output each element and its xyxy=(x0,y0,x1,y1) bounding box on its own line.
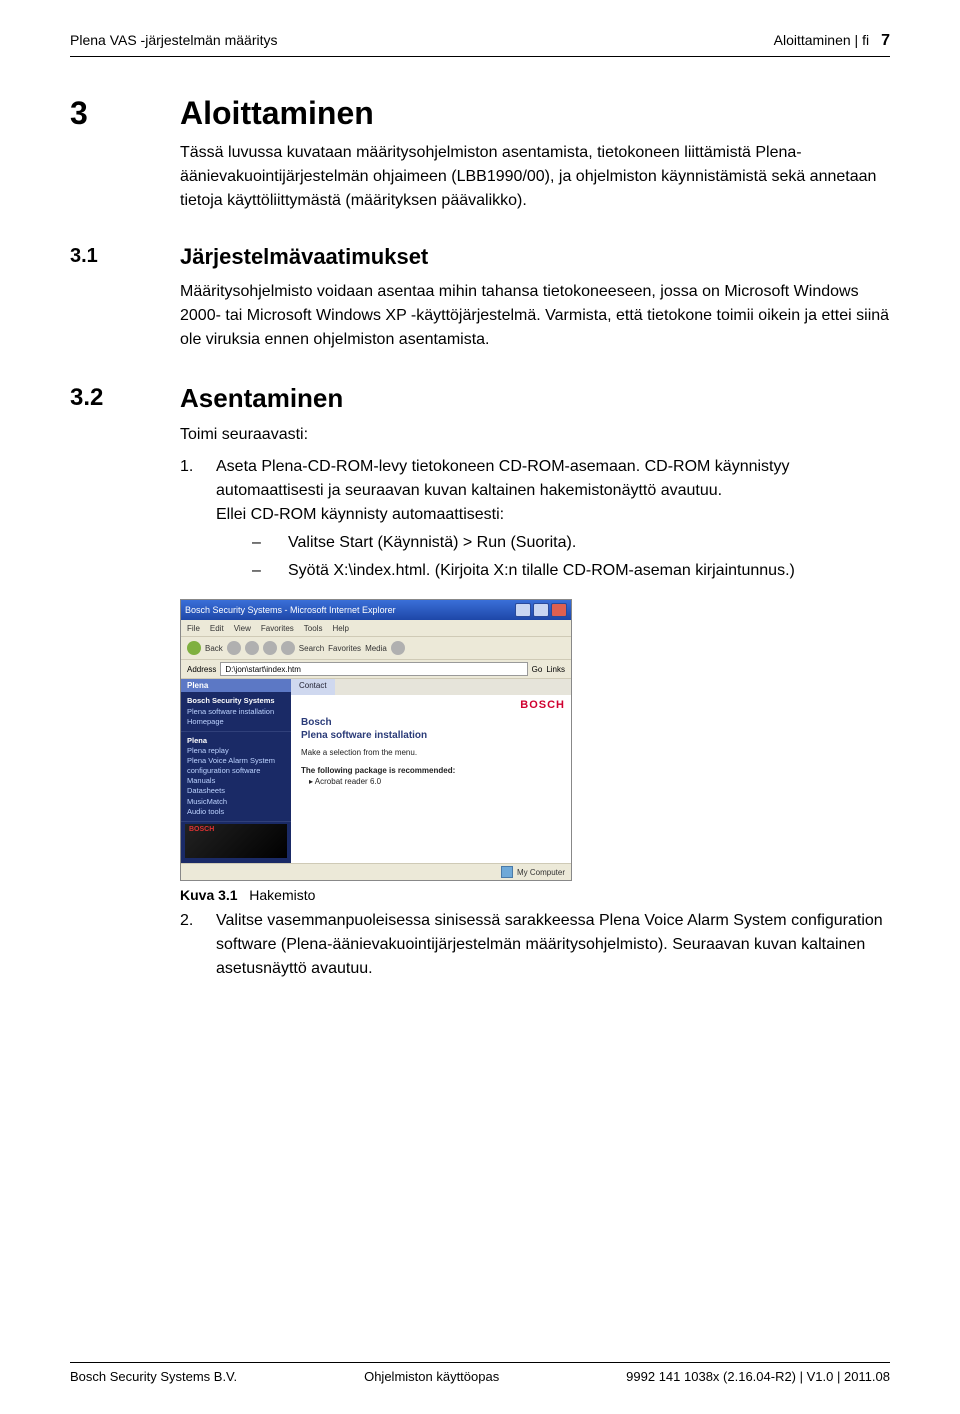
section-number-3: 3 xyxy=(70,97,180,129)
list-item-text2: Ellei CD-ROM käynnisty automaattisesti: xyxy=(216,506,504,523)
section-32-intro: Toimi seuraavasti: xyxy=(180,423,890,447)
go-button[interactable]: Go xyxy=(532,665,543,674)
menu-item[interactable]: Help xyxy=(332,624,348,633)
sidebar-item[interactable]: Plena software installation xyxy=(187,707,274,716)
back-label[interactable]: Back xyxy=(205,644,223,653)
window-titlebar: Bosch Security Systems - Microsoft Inter… xyxy=(181,600,571,620)
content-subheading: Plena software installation xyxy=(291,728,571,747)
sub-text: Syötä X:\index.html. (Kirjoita X:n tilal… xyxy=(288,559,795,583)
search-label[interactable]: Search xyxy=(299,644,324,653)
figure-caption: Kuva 3.1 Hakemisto xyxy=(180,887,890,903)
stop-icon[interactable] xyxy=(245,641,259,655)
section-title-31: Järjestelmävaatimukset xyxy=(180,243,890,272)
home-icon[interactable] xyxy=(281,641,295,655)
favorites-label[interactable]: Favorites xyxy=(328,644,361,653)
page-footer: Bosch Security Systems B.V. Ohjelmiston … xyxy=(70,1362,890,1384)
content-pane: Contact BOSCH Bosch Plena software insta… xyxy=(291,679,571,865)
sidebar-item[interactable]: Datasheets xyxy=(187,786,225,795)
address-bar: Address D:\jon\start\index.htm Go Links xyxy=(181,660,571,679)
list-item-text: Aseta Plena-CD-ROM-levy tietokoneen CD-R… xyxy=(216,458,790,499)
sidebar-item[interactable]: Homepage xyxy=(187,717,224,726)
content-text-bold: The following package is recommended: xyxy=(301,766,455,775)
sidebar-group-title: Plena xyxy=(187,736,207,745)
section-title-3: Aloittaminen xyxy=(180,97,890,129)
sidebar-tab[interactable]: Plena xyxy=(181,679,291,692)
forward-icon[interactable] xyxy=(227,641,241,655)
maximize-icon[interactable] xyxy=(533,603,549,617)
menu-item[interactable]: File xyxy=(187,624,200,633)
footer-center: Ohjelmiston käyttöopas xyxy=(364,1369,499,1384)
address-label: Address xyxy=(187,665,216,674)
list-item: – Valitse Start (Käynnistä) > Run (Suori… xyxy=(252,531,890,555)
footer-left: Bosch Security Systems B.V. xyxy=(70,1369,237,1384)
sub-text: Valitse Start (Käynnistä) > Run (Suorita… xyxy=(288,531,576,555)
links-label[interactable]: Links xyxy=(546,665,565,674)
window-title: Bosch Security Systems - Microsoft Inter… xyxy=(185,605,396,615)
list-item: 1. Aseta Plena-CD-ROM-levy tietokoneen C… xyxy=(180,455,890,591)
screenshot-figure: Bosch Security Systems - Microsoft Inter… xyxy=(180,599,572,881)
sidebar-promo-image xyxy=(185,824,287,858)
header-section: Aloittaminen | fi xyxy=(774,32,869,50)
sidebar-item[interactable]: MusicMatch xyxy=(187,797,227,806)
section-3-para: Tässä luvussa kuvataan määritysohjelmist… xyxy=(180,141,890,213)
sidebar-item[interactable]: Plena Voice Alarm System configuration s… xyxy=(187,756,275,775)
history-icon[interactable] xyxy=(391,641,405,655)
menu-item[interactable]: Tools xyxy=(304,624,323,633)
sidebar-group-title: Bosch Security Systems xyxy=(187,696,275,705)
list-item: – Syötä X:\index.html. (Kirjoita X:n til… xyxy=(252,559,890,583)
section-31-para: Määritysohjelmisto voidaan asentaa mihin… xyxy=(180,280,890,352)
close-icon[interactable] xyxy=(551,603,567,617)
menu-item[interactable]: Edit xyxy=(210,624,224,633)
content-link[interactable]: Acrobat reader 6.0 xyxy=(315,777,381,786)
back-icon[interactable] xyxy=(187,641,201,655)
refresh-icon[interactable] xyxy=(263,641,277,655)
menu-item[interactable]: View xyxy=(234,624,251,633)
address-input[interactable]: D:\jon\start\index.htm xyxy=(220,662,527,676)
sidebar: Plena Bosch Security Systems Plena softw… xyxy=(181,679,291,865)
dash-marker: – xyxy=(252,559,272,583)
content-text: Make a selection from the menu. xyxy=(291,747,571,758)
menu-bar: File Edit View Favorites Tools Help xyxy=(181,620,571,637)
list-item-text: Valitse vasemmanpuoleisessa sinisessä sa… xyxy=(216,909,890,981)
dash-marker: – xyxy=(252,531,272,555)
list-marker: 1. xyxy=(180,455,200,591)
page-number: 7 xyxy=(881,32,890,50)
toolbar: Back Search Favorites Media xyxy=(181,637,571,660)
minimize-icon[interactable] xyxy=(515,603,531,617)
page-header: Plena VAS -järjestelmän määritys Aloitta… xyxy=(70,0,890,50)
sidebar-item[interactable]: Manuals xyxy=(187,776,215,785)
header-left: Plena VAS -järjestelmän määritys xyxy=(70,32,277,48)
list-marker: 2. xyxy=(180,909,200,981)
status-text: My Computer xyxy=(517,868,565,877)
bosch-logo: BOSCH xyxy=(520,699,565,711)
content-tab[interactable]: Contact xyxy=(291,679,335,695)
menu-item[interactable]: Favorites xyxy=(261,624,294,633)
computer-icon xyxy=(501,866,513,878)
media-label[interactable]: Media xyxy=(365,644,387,653)
section-number-31: 3.1 xyxy=(70,243,180,269)
section-number-32: 3.2 xyxy=(70,382,180,413)
section-title-32: Asentaminen xyxy=(180,382,890,416)
status-bar: My Computer xyxy=(181,863,571,880)
sidebar-item[interactable]: Audio tools xyxy=(187,807,224,816)
sidebar-item[interactable]: Plena replay xyxy=(187,746,229,755)
footer-right: 9992 141 1038x (2.16.04-R2) | V1.0 | 201… xyxy=(626,1369,890,1384)
ordered-list: 1. Aseta Plena-CD-ROM-levy tietokoneen C… xyxy=(180,455,890,591)
list-item: 2. Valitse vasemmanpuoleisessa sinisessä… xyxy=(180,909,890,981)
